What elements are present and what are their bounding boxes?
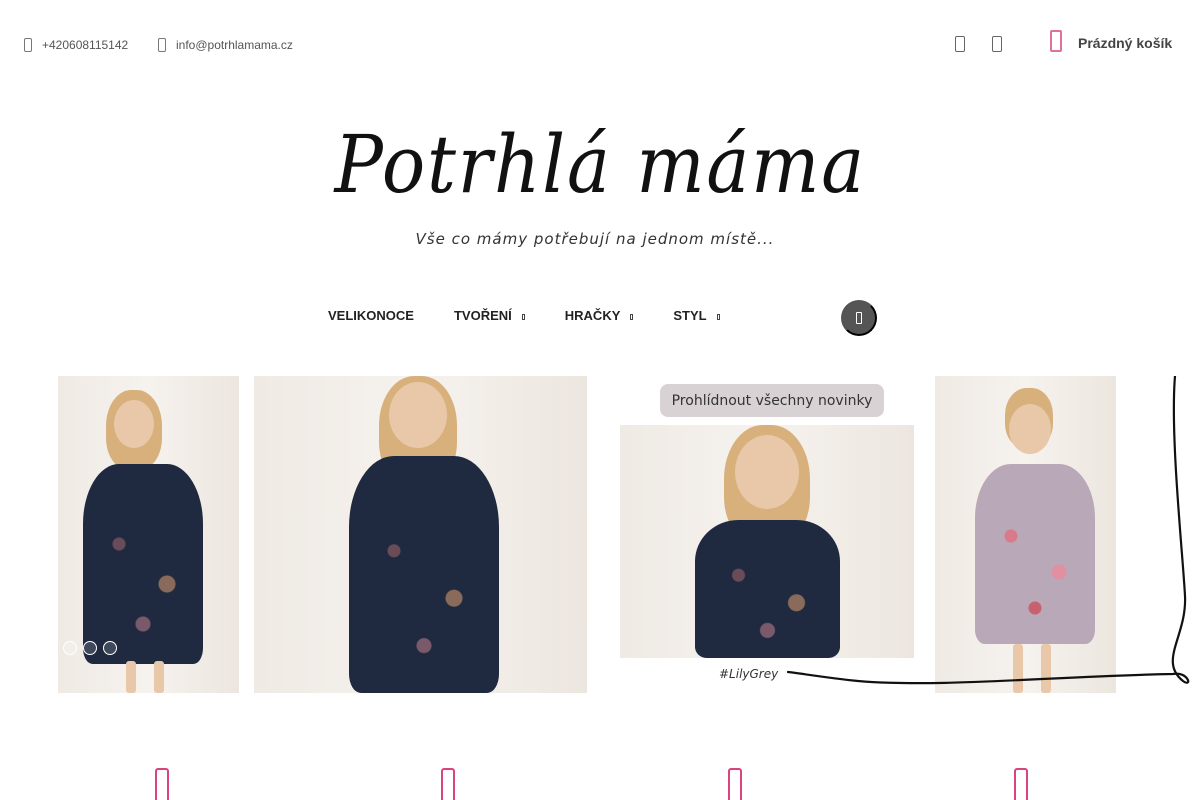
chevron-down-icon xyxy=(630,313,634,320)
phone-number: +420608115142 xyxy=(42,38,129,52)
cart-icon xyxy=(1050,30,1062,52)
cart-label: Prázdný košík xyxy=(1078,35,1173,51)
envelope-icon xyxy=(158,38,166,52)
nav-item-styl[interactable]: STYL xyxy=(673,308,720,323)
chevron-down-icon xyxy=(716,313,720,320)
feature-icon-2 xyxy=(441,768,455,800)
phone-link[interactable]: +420608115142 xyxy=(24,38,128,52)
email-link[interactable]: info@potrhlamama.cz xyxy=(158,38,293,52)
nav-item-hracky[interactable]: HRAČKY xyxy=(565,308,634,323)
nav-item-label: VELIKONOCE xyxy=(328,308,414,323)
nav-item-label: HRAČKY xyxy=(564,308,621,323)
feature-icon-4 xyxy=(1014,768,1028,800)
email-address: info@potrhlamama.cz xyxy=(176,38,293,52)
feature-icon-3 xyxy=(728,768,742,800)
nav-item-velikonoce[interactable]: VELIKONOCE xyxy=(328,308,414,323)
chevron-down-icon xyxy=(521,313,525,320)
nav-item-label: STYL xyxy=(673,308,707,323)
main-nav: VELIKONOCE TVOŘENÍ HRAČKY STYL xyxy=(328,308,760,323)
search-icon xyxy=(856,312,862,324)
phone-icon xyxy=(24,38,32,52)
user-icon[interactable] xyxy=(955,36,965,52)
logo-container: Potrhlá máma xyxy=(0,110,1200,220)
nav-item-tvoreni[interactable]: TVOŘENÍ xyxy=(454,308,525,323)
feature-icon-1 xyxy=(155,768,169,800)
site-tagline: Vše co mámy potřebují na jednom místě... xyxy=(415,230,775,248)
hero-banner[interactable]: Prohlídnout všechny novinky #LilyGrey xyxy=(58,376,1198,696)
top-bar: +420608115142 info@potrhlamama.cz Prázdn… xyxy=(0,0,1200,90)
decorative-scribble xyxy=(786,376,1190,685)
search-button[interactable] xyxy=(841,300,877,336)
site-logo[interactable]: Potrhlá máma xyxy=(334,110,865,220)
heart-icon[interactable] xyxy=(992,36,1002,52)
cart-button[interactable]: Prázdný košík xyxy=(1050,30,1172,52)
nav-item-label: TVOŘENÍ xyxy=(453,308,512,323)
